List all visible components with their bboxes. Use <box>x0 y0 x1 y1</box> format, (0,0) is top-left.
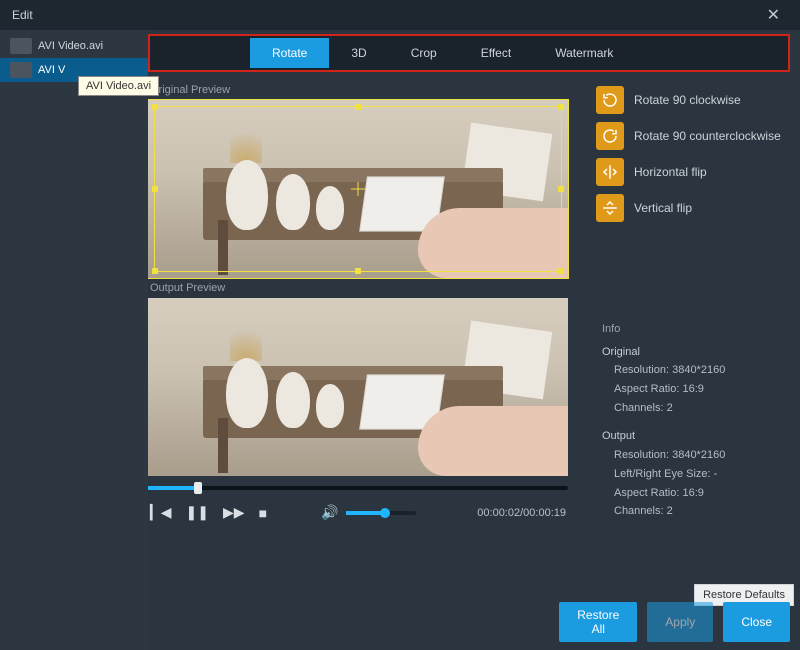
file-sidebar: AVI Video.avi AVI V AVI Video.avi <box>0 30 148 650</box>
tab-crop[interactable]: Crop <box>389 38 459 68</box>
info-row: Aspect Ratio: 16:9 <box>602 484 786 503</box>
info-original-title: Original <box>602 343 786 362</box>
pause-icon[interactable]: ❚❚ <box>186 504 209 521</box>
original-preview[interactable] <box>148 100 568 278</box>
stop-icon[interactable]: ■ <box>259 505 267 521</box>
info-row: Left/Right Eye Size: - <box>602 465 786 484</box>
info-row: Channels: 2 <box>602 502 786 521</box>
crop-handle[interactable] <box>355 268 361 274</box>
flip-vertical-icon[interactable] <box>596 194 624 222</box>
output-preview <box>148 298 568 476</box>
seek-slider[interactable] <box>148 486 568 490</box>
crop-handle[interactable] <box>558 186 564 192</box>
fast-forward-icon[interactable]: ▶▶ <box>223 504 245 521</box>
rotate-cw-icon[interactable] <box>596 86 624 114</box>
rotate-ccw-icon[interactable] <box>596 122 624 150</box>
rotate-cw-label: Rotate 90 clockwise <box>634 93 741 107</box>
crop-handle[interactable] <box>558 104 564 110</box>
output-preview-label: Output Preview <box>150 282 578 294</box>
crop-handle[interactable] <box>152 104 158 110</box>
crop-selection[interactable] <box>154 106 562 272</box>
seek-thumb[interactable] <box>194 482 202 494</box>
info-row: Resolution: 3840*2160 <box>602 361 786 380</box>
file-name: AVI V <box>38 64 65 76</box>
close-button[interactable]: Close <box>723 602 790 642</box>
crop-handle[interactable] <box>152 268 158 274</box>
file-tooltip: AVI Video.avi <box>78 76 159 96</box>
crop-handle[interactable] <box>152 186 158 192</box>
video-thumb-icon <box>10 62 32 78</box>
restore-all-button[interactable]: Restore All <box>559 602 637 642</box>
rotate-ccw-label: Rotate 90 counterclockwise <box>634 129 781 143</box>
info-row: Resolution: 3840*2160 <box>602 446 786 465</box>
tab-watermark[interactable]: Watermark <box>533 38 635 68</box>
volume-thumb[interactable] <box>380 508 390 518</box>
info-header: Info <box>596 320 786 339</box>
tab-effect[interactable]: Effect <box>459 38 533 68</box>
original-preview-label: Original Preview <box>150 84 578 96</box>
file-item[interactable]: AVI Video.avi <box>0 34 148 58</box>
info-row: Channels: 2 <box>602 399 786 418</box>
video-thumb-icon <box>10 38 32 54</box>
prev-icon[interactable]: ▎◀ <box>150 504 172 521</box>
volume-icon[interactable]: 🔊 <box>321 504 338 521</box>
close-icon[interactable]: ✕ <box>759 1 788 29</box>
tab-rotate[interactable]: Rotate <box>250 38 329 68</box>
video-frame <box>148 298 568 476</box>
tab-3d[interactable]: 3D <box>329 38 388 68</box>
crop-handle[interactable] <box>355 104 361 110</box>
flip-horizontal-icon[interactable] <box>596 158 624 186</box>
volume-slider[interactable] <box>346 511 416 515</box>
apply-button[interactable]: Apply <box>647 602 713 642</box>
timecode: 00:00:02/00:00:19 <box>477 507 566 519</box>
edit-tabbar: Rotate 3D Crop Effect Watermark <box>148 34 790 72</box>
window-title: Edit <box>12 8 33 22</box>
info-output-title: Output <box>602 427 786 446</box>
flip-v-label: Vertical flip <box>634 201 692 215</box>
info-row: Aspect Ratio: 16:9 <box>602 380 786 399</box>
titlebar: Edit ✕ <box>0 0 800 30</box>
flip-h-label: Horizontal flip <box>634 165 707 179</box>
crop-handle[interactable] <box>558 268 564 274</box>
file-name: AVI Video.avi <box>38 40 103 52</box>
